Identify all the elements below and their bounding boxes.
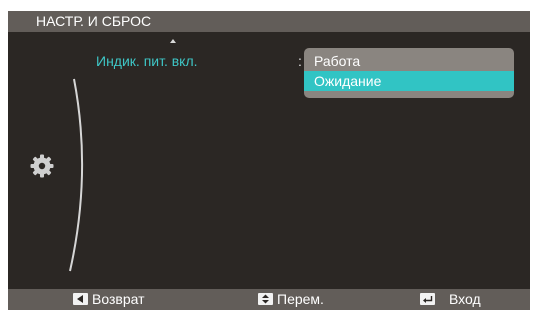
- left-arrow-key-icon: [73, 293, 88, 305]
- gear-icon[interactable]: [30, 154, 54, 178]
- back-hint-label[interactable]: Возврат: [92, 291, 145, 308]
- enter-hint-label[interactable]: Вход: [449, 291, 481, 308]
- menu-title: НАСТР. И СБРОС: [36, 13, 152, 29]
- option-work[interactable]: Работа: [304, 51, 514, 71]
- setting-separator: :: [298, 53, 302, 69]
- move-hint-label[interactable]: Перем.: [277, 291, 324, 308]
- menu-wheel-arc: [69, 78, 84, 272]
- setting-label[interactable]: Индик. пит. вкл.: [96, 53, 198, 70]
- option-dropdown[interactable]: Работа Ожидание: [304, 48, 514, 98]
- scroll-up-arrow-icon[interactable]: [170, 39, 176, 43]
- enter-key-icon: [420, 293, 435, 305]
- osd-menu: НАСТР. И СБРОС Индик. пит. вкл. : Работа…: [8, 11, 530, 310]
- title-bar: НАСТР. И СБРОС: [8, 11, 530, 32]
- option-standby[interactable]: Ожидание: [304, 71, 514, 91]
- bottom-hint-bar: Возврат Перем. Вход: [8, 289, 530, 310]
- up-down-key-icon: [258, 293, 273, 305]
